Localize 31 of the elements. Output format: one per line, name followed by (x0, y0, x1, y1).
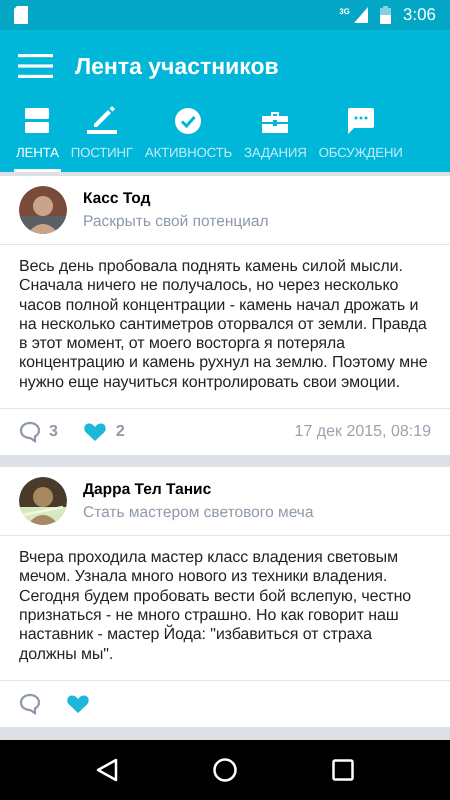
tab[interactable]: ПОСТИНГ (68, 104, 135, 172)
clock: 3:06 (402, 4, 436, 26)
post-date: 17 дек 2015, 08:19 (294, 422, 431, 442)
briefcase-icon (262, 110, 288, 134)
signal-icon (354, 7, 368, 23)
feed-icon (25, 108, 50, 134)
screen-title: Лента участников (75, 52, 279, 81)
tab[interactable]: АКТИВНОСТЬ (142, 108, 234, 172)
menu-icon[interactable] (18, 54, 53, 78)
author-name: Дарра Тел Танис (83, 480, 212, 500)
post-text: Весь день пробовала поднять камень силой мысли. Сначала ничего не получалось, но через несколько часов полной концентрации - камень начал дрожать и на несколько сантиметров оторвался от земли. Правда в этот момент, от моего восторга я потеряла концентрацию и камень рухнул на землю. Поэтому мне нужно еще научиться контролировать свои эмоции. (0, 245, 450, 410)
tab[interactable]: ОБСУЖДЕНИ (316, 108, 405, 172)
post-text: Вчера проходила мастер класс владения световым мечом. Узнала много нового из техники владения. Сегодня будем пробовать вести бой вслепую, честно признаться - не много страшно. Но как говорит наш наставник - мастер Йода: "избавиться от страха должны мы". (0, 536, 450, 681)
back-icon[interactable] (96, 758, 118, 782)
recent-apps-icon[interactable] (332, 759, 354, 781)
comment-icon[interactable] (19, 421, 41, 444)
chat-icon (348, 108, 374, 134)
pencil-icon (86, 104, 117, 134)
like-count: 2 (116, 422, 125, 442)
tab[interactable]: ЛЕНТА (14, 108, 61, 172)
comment-icon[interactable] (19, 692, 41, 715)
check-circle-icon (175, 108, 202, 134)
battery-icon (380, 6, 391, 24)
home-icon[interactable] (212, 758, 237, 782)
goal-subtitle: Раскрыть свой потенциал (83, 212, 269, 232)
comment-count: 3 (49, 422, 58, 442)
network-type: 3G (339, 6, 350, 18)
tab[interactable]: ЗАДАНИЯ (242, 110, 309, 172)
sd-card-icon (14, 6, 28, 24)
goal-subtitle: Стать мастером светового меча (83, 503, 314, 524)
author-name: Касс Тод (83, 188, 152, 209)
